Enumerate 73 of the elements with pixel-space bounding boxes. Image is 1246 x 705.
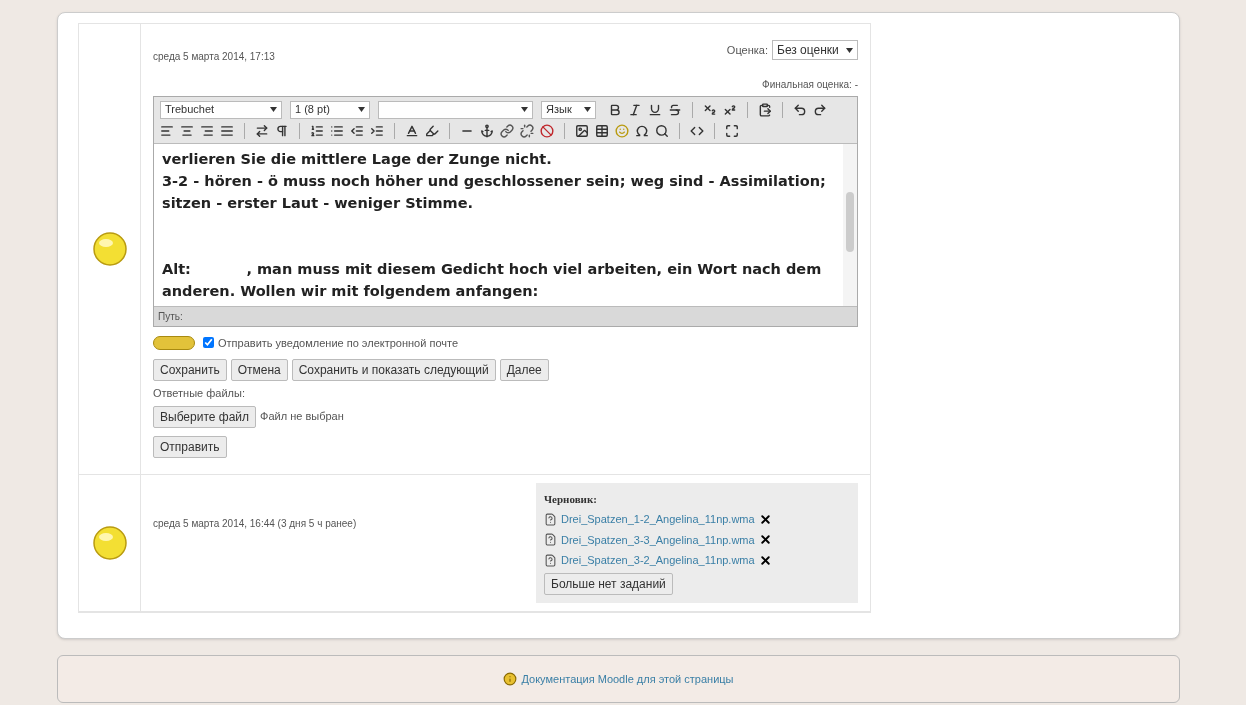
paste-icon[interactable]: [758, 102, 772, 117]
align-right-icon[interactable]: [200, 123, 214, 138]
notify-checkbox[interactable]: [203, 337, 214, 349]
bullet-list-icon[interactable]: [330, 123, 344, 138]
scrollbar[interactable]: [843, 143, 857, 306]
submission-date: среда 5 марта 2014, 17:13: [153, 51, 275, 62]
caret-icon: [846, 47, 853, 53]
grade-select[interactable]: Без оценки: [772, 40, 858, 61]
no-file-text: Файл не выбран: [260, 409, 344, 425]
table-icon[interactable]: [595, 123, 609, 138]
documentation-link[interactable]: Документация Moodle для этой страницы: [521, 670, 734, 688]
form-button[interactable]: Отмена: [230, 359, 288, 381]
pilcrow-icon[interactable]: [275, 123, 289, 138]
highlight-icon[interactable]: [425, 123, 439, 138]
image-icon[interactable]: [575, 123, 589, 138]
superscript-icon[interactable]: [723, 102, 737, 117]
italic-icon[interactable]: [628, 102, 642, 117]
editor-paragraph: verlieren Sie die mittlere Lage der Zunge nicht. 3-2 - hören - ö muss noch höher und geschlossener sein; weg sind - Assimilation; sitzen - erster Laut - weniger Stimme.: [162, 149, 827, 213]
file-link[interactable]: Drei_Spatzen_3-3_Angelina_11np.wma: [561, 531, 755, 548]
form-button[interactable]: Сохранить: [153, 359, 227, 381]
size-select[interactable]: 1 (8 pt): [290, 100, 370, 119]
align-center-icon[interactable]: [180, 123, 194, 138]
outdent-icon[interactable]: [350, 123, 364, 138]
form-button[interactable]: Далее: [499, 359, 549, 381]
ordered-list-icon[interactable]: [310, 123, 324, 138]
choose-file-button[interactable]: Выберите файл: [153, 405, 257, 428]
underline-icon[interactable]: [648, 102, 662, 117]
file-icon: [544, 533, 557, 547]
no-link-icon[interactable]: [540, 123, 554, 138]
submission-date: среда 5 марта 2014, 16:44 (3 дня 5 ч ранее): [153, 517, 357, 529]
align-justify-icon[interactable]: [220, 123, 234, 138]
bold-icon[interactable]: [608, 102, 622, 117]
text-color-icon[interactable]: [405, 123, 419, 138]
file-icon: [544, 512, 557, 526]
avatar-icon: [92, 525, 127, 560]
avatar-icon: [92, 231, 127, 266]
indent-icon[interactable]: [370, 123, 384, 138]
editor-paragraph: Alt: , man muss mit diesem Gedicht hoch viel arbeiten, ein Wort nach dem anderen. Wollen wir mit folgendem anfangen:: [162, 259, 823, 301]
link-icon[interactable]: [500, 123, 514, 138]
file-link[interactable]: Drei_Spatzen_1-2_Angelina_11np.wma: [561, 511, 755, 528]
caret-icon: [521, 107, 528, 112]
font-select[interactable]: Trebuchet: [160, 100, 282, 119]
unlink-icon[interactable]: [520, 123, 534, 138]
undo-icon[interactable]: [793, 102, 807, 117]
special-character-icon[interactable]: [635, 123, 649, 138]
send-button[interactable]: Отправить: [153, 435, 227, 458]
no-more-button[interactable]: Больше нет заданий: [544, 572, 673, 595]
caret-icon: [270, 107, 277, 112]
help-badge[interactable]: [153, 335, 195, 350]
grade-label: Оценка:: [726, 43, 768, 58]
drafts-title: Черновик:: [544, 491, 597, 507]
delete-icon[interactable]: [758, 512, 772, 526]
file-link[interactable]: Drei_Spatzen_3-2_Angelina_11np.wma: [561, 552, 755, 569]
delete-icon[interactable]: [758, 553, 772, 567]
search-icon[interactable]: [655, 123, 669, 138]
anchor-icon[interactable]: [480, 123, 494, 138]
fullscreen-icon[interactable]: [725, 123, 739, 138]
final-grade: Финальная оценка: -: [762, 77, 858, 92]
language-select[interactable]: Язык: [541, 100, 596, 119]
strikethrough-icon[interactable]: [668, 102, 682, 117]
text-direction-icon[interactable]: [255, 123, 269, 138]
file-icon: [544, 553, 557, 567]
files-label: Ответные файлы:: [153, 387, 245, 399]
align-left-icon[interactable]: [160, 123, 174, 138]
caret-icon: [584, 107, 591, 112]
caret-icon: [358, 107, 365, 112]
delete-icon[interactable]: [758, 533, 772, 547]
info-icon: [503, 672, 518, 686]
subscript-icon[interactable]: [703, 102, 717, 117]
editor-path-label: Путь:: [158, 309, 183, 324]
redo-icon[interactable]: [813, 102, 827, 117]
notify-label: Отправить уведомление по электронной почте: [218, 335, 459, 351]
form-button[interactable]: Сохранить и показать следующий: [291, 359, 496, 381]
